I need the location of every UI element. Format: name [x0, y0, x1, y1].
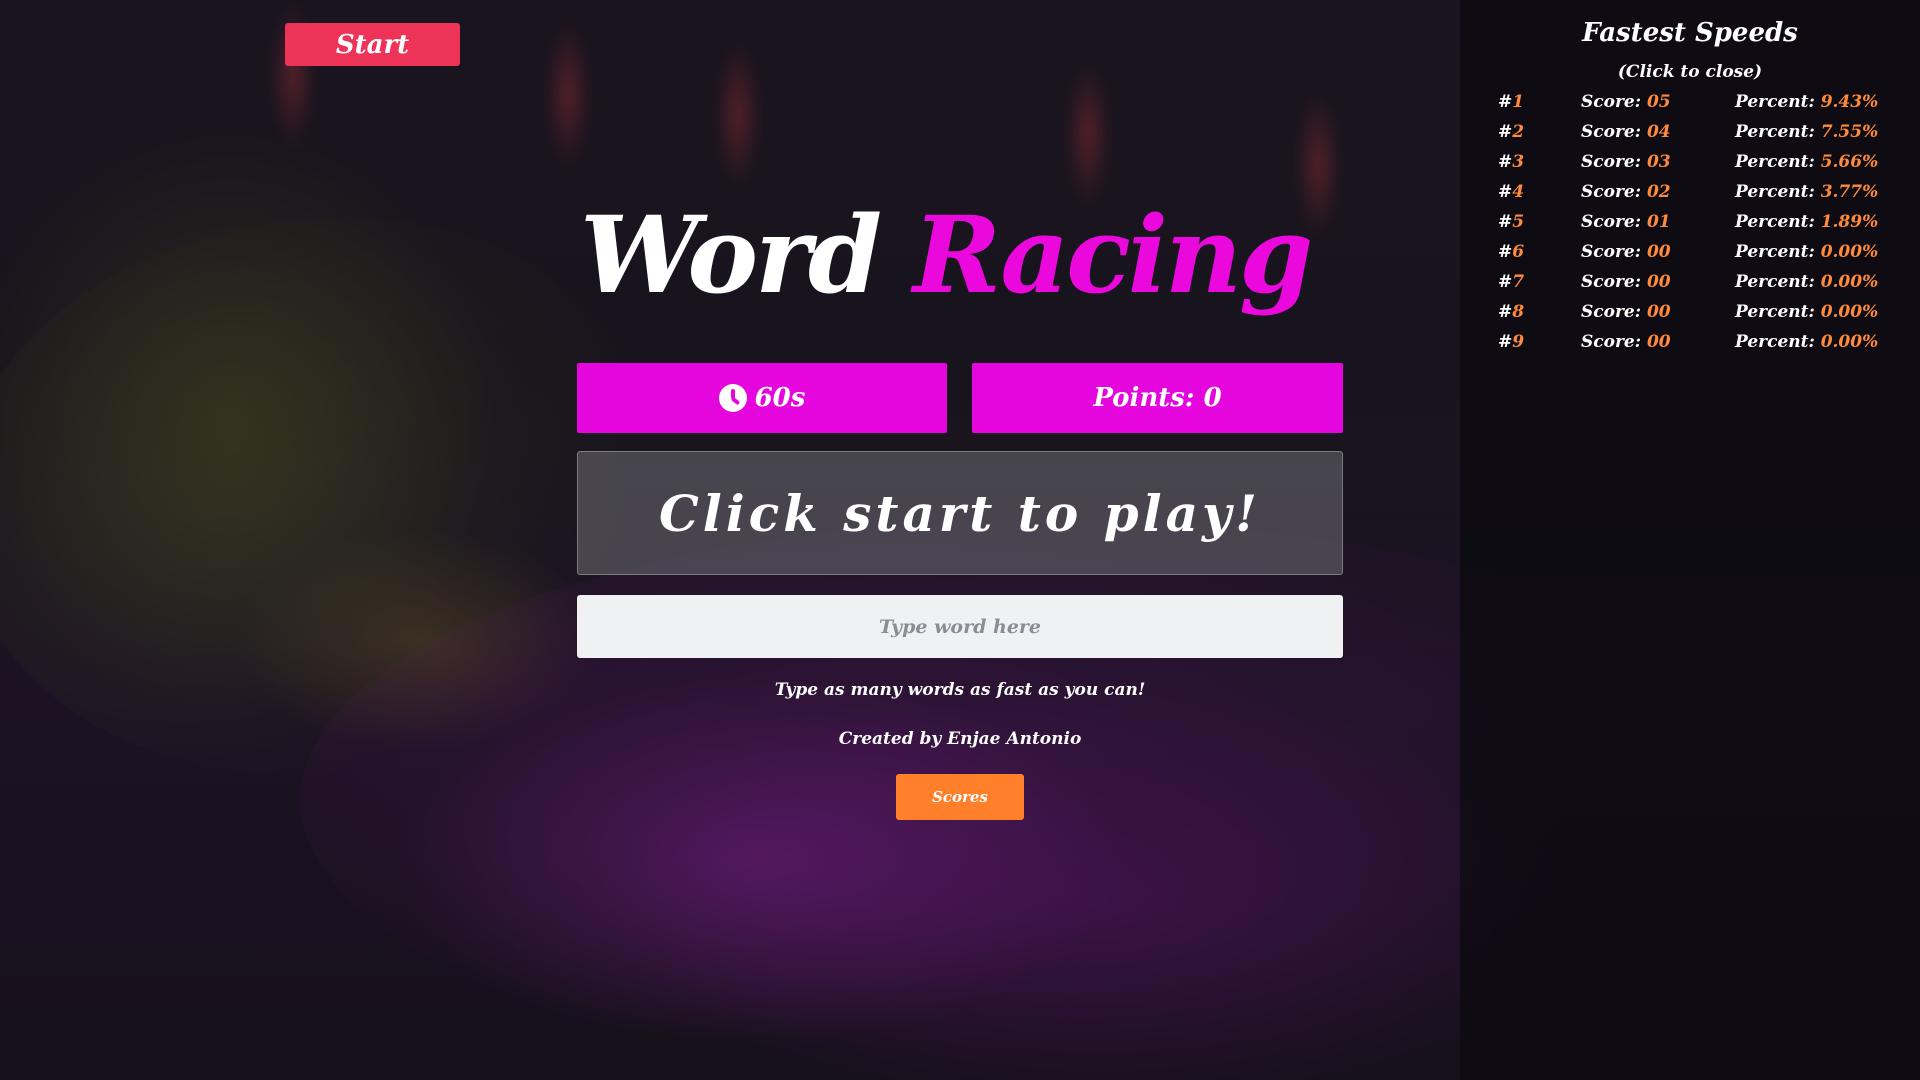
percent-value: 7.55% [1820, 122, 1879, 142]
leaderboard-percent: Percent: 0.00% [1735, 272, 1878, 292]
leaderboard-rank: #3 [1498, 152, 1525, 172]
percent-label: Percent: [1735, 152, 1815, 172]
leaderboard-percent: Percent: 3.77% [1735, 182, 1878, 202]
leaderboard-rank: #5 [1498, 212, 1525, 232]
score-label: Score: [1581, 152, 1642, 172]
score-label: Score: [1581, 212, 1642, 232]
leaderboard-score: Score: 00 [1581, 332, 1671, 352]
leaderboard-row: #4 Score: 02 Percent: 3.77% [1460, 182, 1920, 212]
leaderboard-percent: Percent: 0.00% [1735, 242, 1878, 262]
leaderboard-row: #7 Score: 00 Percent: 0.00% [1460, 272, 1920, 302]
leaderboard-percent: Percent: 1.89% [1735, 212, 1878, 232]
rank-number: 8 [1512, 302, 1525, 322]
percent-label: Percent: [1735, 212, 1815, 232]
score-value: 00 [1646, 242, 1671, 262]
credit-text: Created by Enjae Antonio [838, 729, 1082, 749]
clock-icon [718, 384, 747, 412]
leaderboard-rank: #7 [1498, 272, 1525, 292]
percent-value: 5.66% [1820, 152, 1879, 172]
leaderboard-percent: Percent: 5.66% [1735, 152, 1878, 172]
score-value: 00 [1646, 332, 1671, 352]
percent-label: Percent: [1735, 272, 1815, 292]
percent-label: Percent: [1735, 302, 1815, 322]
score-label: Score: [1581, 92, 1642, 112]
score-label: Score: [1581, 182, 1642, 202]
rank-number: 7 [1512, 272, 1525, 292]
leaderboard-score: Score: 01 [1581, 212, 1671, 232]
score-label: Score: [1581, 302, 1642, 322]
percent-value: 3.77% [1820, 182, 1879, 202]
score-value: 05 [1646, 92, 1671, 112]
rank-number: 2 [1512, 122, 1525, 142]
title-word-two: Racing [912, 192, 1313, 317]
percent-value: 0.00% [1820, 332, 1879, 352]
rank-number: 3 [1512, 152, 1525, 172]
scores-button[interactable]: Scores [896, 774, 1024, 820]
score-value: 04 [1646, 122, 1671, 142]
leaderboard-row: #6 Score: 00 Percent: 0.00% [1460, 242, 1920, 272]
rank-number: 9 [1512, 332, 1525, 352]
score-label: Score: [1581, 332, 1642, 352]
percent-value: 1.89% [1820, 212, 1879, 232]
game-title: Word Racing [580, 190, 1360, 320]
start-button[interactable]: Start [285, 23, 460, 66]
rank-number: 1 [1512, 92, 1525, 112]
leaderboard-rank: #1 [1498, 92, 1525, 112]
title-word-one: Word [580, 192, 882, 317]
leaderboard-title: Fastest Speeds [1582, 18, 1798, 48]
percent-value: 9.43% [1820, 92, 1879, 112]
leaderboard-percent: Percent: 7.55% [1735, 122, 1878, 142]
percent-label: Percent: [1735, 242, 1815, 262]
percent-label: Percent: [1735, 122, 1815, 142]
rank-number: 4 [1512, 182, 1525, 202]
leaderboard-percent: Percent: 0.00% [1735, 302, 1878, 322]
leaderboard-score: Score: 00 [1581, 302, 1671, 322]
percent-label: Percent: [1735, 182, 1815, 202]
leaderboard-score: Score: 02 [1581, 182, 1671, 202]
leaderboard-rank: #8 [1498, 302, 1525, 322]
rank-number: 6 [1512, 242, 1525, 262]
leaderboard-rank: #2 [1498, 122, 1525, 142]
leaderboard-score: Score: 04 [1581, 122, 1671, 142]
instructions-text: Type as many words as fast as you can! [774, 680, 1146, 700]
leaderboard-percent: Percent: 0.00% [1735, 332, 1878, 352]
timer-value: 60s [754, 383, 806, 413]
leaderboard-rank: #9 [1498, 332, 1525, 352]
percent-value: 0.00% [1820, 272, 1879, 292]
leaderboard-percent: Percent: 9.43% [1735, 92, 1878, 112]
points-label: Points: 0 [1093, 383, 1222, 413]
leaderboard-score: Score: 00 [1581, 242, 1671, 262]
leaderboard-row: #1 Score: 05 Percent: 9.43% [1460, 92, 1920, 122]
leaderboard-row: #5 Score: 01 Percent: 1.89% [1460, 212, 1920, 242]
score-value: 03 [1646, 152, 1671, 172]
percent-label: Percent: [1735, 92, 1815, 112]
score-value: 01 [1646, 212, 1671, 232]
timer-display: 60s [577, 363, 947, 433]
score-value: 00 [1646, 272, 1671, 292]
leaderboard-score: Score: 00 [1581, 272, 1671, 292]
leaderboard-close-hint[interactable]: (Click to close) [1460, 62, 1920, 82]
points-display: Points: 0 [972, 363, 1343, 433]
leaderboard-panel[interactable]: Fastest Speeds (Click to close) #1 Score:… [1460, 0, 1920, 1080]
percent-value: 0.00% [1820, 242, 1879, 262]
percent-label: Percent: [1735, 332, 1815, 352]
word-input[interactable] [577, 595, 1343, 658]
score-value: 00 [1646, 302, 1671, 322]
leaderboard-score: Score: 03 [1581, 152, 1671, 172]
leaderboard-row: #2 Score: 04 Percent: 7.55% [1460, 122, 1920, 152]
score-value: 02 [1646, 182, 1671, 202]
leaderboard-row: #8 Score: 00 Percent: 0.00% [1460, 302, 1920, 332]
leaderboard-rank: #4 [1498, 182, 1525, 202]
leaderboard-row: #9 Score: 00 Percent: 0.00% [1460, 332, 1920, 362]
leaderboard-row: #3 Score: 03 Percent: 5.66% [1460, 152, 1920, 182]
score-label: Score: [1581, 242, 1642, 262]
current-word-display: Click start to play! [577, 451, 1343, 575]
score-label: Score: [1581, 272, 1642, 292]
score-label: Score: [1581, 122, 1642, 142]
percent-value: 0.00% [1820, 302, 1879, 322]
rank-number: 5 [1512, 212, 1525, 232]
leaderboard-rank: #6 [1498, 242, 1525, 262]
leaderboard-score: Score: 05 [1581, 92, 1671, 112]
